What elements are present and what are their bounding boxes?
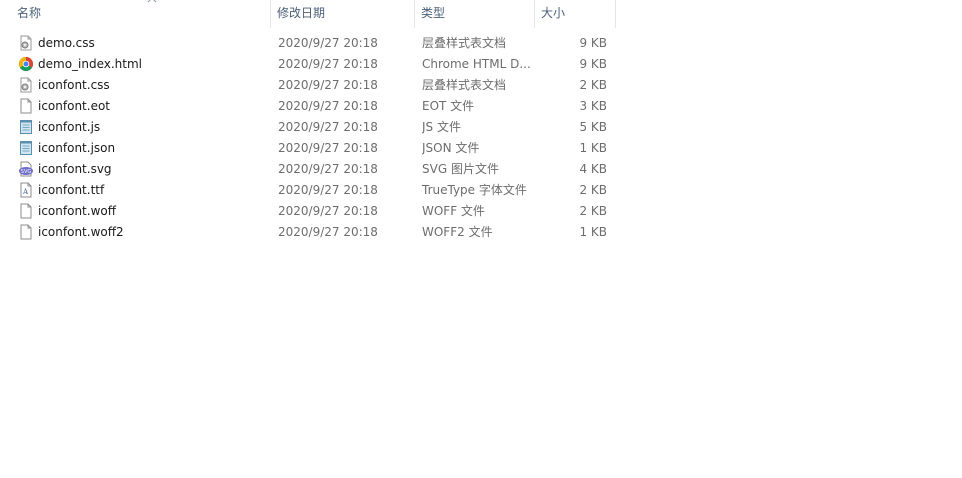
file-name: iconfont.eot <box>38 99 110 113</box>
file-modified-date: 2020/9/27 20:18 <box>278 57 378 71</box>
file-row[interactable]: SVG iconfont.svg 2020/9/27 20:18 SVG 图片文件 4 … <box>0 159 616 180</box>
css-settings-icon <box>18 77 34 93</box>
file-type: EOT 文件 <box>422 99 475 113</box>
chrome-icon <box>18 56 34 72</box>
file-name: demo_index.html <box>38 57 143 71</box>
file-size: 1 KB <box>579 141 607 155</box>
blank-file-icon <box>18 203 34 219</box>
file-row[interactable]: Aiconfont.ttf 2020/9/27 20:18 TrueType 字体文… <box>0 180 616 201</box>
column-header-name[interactable]: 名称 <box>11 0 271 28</box>
file-size: 3 KB <box>579 99 607 113</box>
font-file-icon: A <box>18 182 34 198</box>
file-explorer-pane: 名称 修改日期 类型 大小 demo.css 2020/9/27 20:18 层叠样… <box>0 0 962 478</box>
file-type: 层叠样式表文档 <box>422 36 507 50</box>
file-size: 9 KB <box>579 57 607 71</box>
file-size: 5 KB <box>579 120 607 134</box>
file-type: WOFF 文件 <box>422 204 485 218</box>
file-size: 9 KB <box>579 36 607 50</box>
file-name: iconfont.ttf <box>38 183 105 197</box>
file-row[interactable]: demo.css 2020/9/27 20:18 层叠样式表文档 9 KB <box>0 33 616 54</box>
column-header-name-label: 名称 <box>17 6 42 20</box>
file-name: demo.css <box>38 36 95 50</box>
sort-ascending-icon <box>147 0 157 3</box>
file-row[interactable]: iconfont.woff2 2020/9/27 20:18 WOFF2 文件 1 K… <box>0 222 616 243</box>
file-size: 2 KB <box>579 183 607 197</box>
file-name: iconfont.woff2 <box>38 225 124 239</box>
file-modified-date: 2020/9/27 20:18 <box>278 183 378 197</box>
file-row[interactable]: iconfont.json 2020/9/27 20:18 JSON 文件 1 KB <box>0 138 616 159</box>
file-type: Chrome HTML D... <box>422 57 531 71</box>
file-row[interactable]: iconfont.eot 2020/9/27 20:18 EOT 文件 3 KB <box>0 96 616 117</box>
file-modified-date: 2020/9/27 20:18 <box>278 204 378 218</box>
column-header-size[interactable]: 大小 <box>535 0 616 28</box>
css-settings-icon <box>18 35 34 51</box>
file-modified-date: 2020/9/27 20:18 <box>278 99 378 113</box>
svg-icon: SVG <box>18 161 34 177</box>
file-name: iconfont.js <box>38 120 101 134</box>
file-row[interactable]: demo_index.html 2020/9/27 20:18 Chrome HTM… <box>0 54 616 75</box>
file-name: iconfont.woff <box>38 204 116 218</box>
column-header-date[interactable]: 修改日期 <box>271 0 415 28</box>
notepad-icon <box>18 140 34 156</box>
file-size: 4 KB <box>579 162 607 176</box>
blank-file-icon <box>18 224 34 240</box>
file-name: iconfont.css <box>38 78 110 92</box>
file-row[interactable]: iconfont.js 2020/9/27 20:18 JS 文件 5 KB <box>0 117 616 138</box>
file-name: iconfont.json <box>38 141 116 155</box>
file-size: 2 KB <box>579 204 607 218</box>
file-name: iconfont.svg <box>38 162 112 176</box>
column-header-date-label: 修改日期 <box>277 6 326 20</box>
file-type: SVG 图片文件 <box>422 162 499 176</box>
file-modified-date: 2020/9/27 20:18 <box>278 78 378 92</box>
file-type: JS 文件 <box>422 120 461 134</box>
file-modified-date: 2020/9/27 20:18 <box>278 162 378 176</box>
file-list: demo.css 2020/9/27 20:18 层叠样式表文档 9 KB demo_i… <box>0 33 616 243</box>
column-header-type-label: 类型 <box>421 6 446 20</box>
file-size: 2 KB <box>579 78 607 92</box>
file-size: 1 KB <box>579 225 607 239</box>
file-modified-date: 2020/9/27 20:18 <box>278 36 378 50</box>
file-modified-date: 2020/9/27 20:18 <box>278 225 378 239</box>
svg-text:A: A <box>22 188 29 196</box>
column-header-bar: 名称 修改日期 类型 大小 <box>0 0 616 28</box>
column-header-size-label: 大小 <box>541 6 566 20</box>
file-type: 层叠样式表文档 <box>422 78 507 92</box>
file-type: TrueType 字体文件 <box>422 183 527 197</box>
file-row[interactable]: iconfont.css 2020/9/27 20:18 层叠样式表文档 2 KB <box>0 75 616 96</box>
file-modified-date: 2020/9/27 20:18 <box>278 141 378 155</box>
column-header-type[interactable]: 类型 <box>415 0 535 28</box>
file-row[interactable]: iconfont.woff 2020/9/27 20:18 WOFF 文件 2 KB <box>0 201 616 222</box>
notepad-icon <box>18 119 34 135</box>
file-modified-date: 2020/9/27 20:18 <box>278 120 378 134</box>
file-type: JSON 文件 <box>422 141 480 155</box>
file-type: WOFF2 文件 <box>422 225 493 239</box>
blank-file-icon <box>18 98 34 114</box>
svg-text:SVG: SVG <box>21 169 32 175</box>
